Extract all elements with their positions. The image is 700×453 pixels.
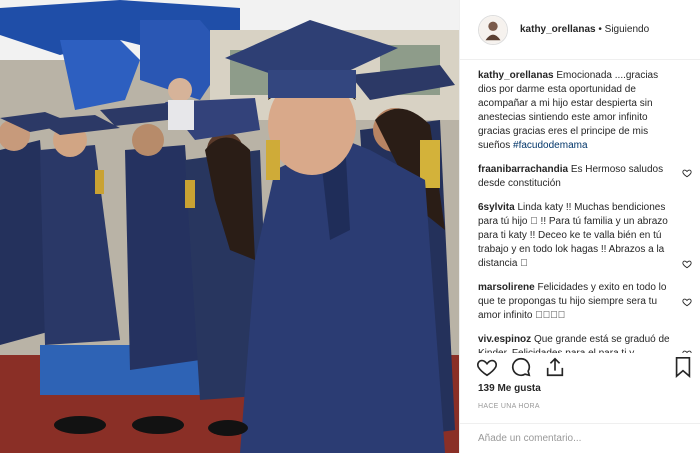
post-timestamp: HACE UNA HORA [478,403,540,410]
post-photo[interactable] [0,0,459,453]
comment-author[interactable]: viv.espinoz [478,334,531,345]
author-avatar[interactable] [478,14,508,45]
list-item: marsolirene Felicidades y exito en todo … [478,281,692,323]
heart-icon[interactable] [682,168,692,178]
follow-status[interactable]: • Siguiendo [598,24,649,35]
caption: kathy_orellanas Emocionada ....gracias d… [478,69,678,153]
caption-hashtag[interactable]: #facudodemama [513,140,588,151]
list-item: fraanibarrachandia Es Hermoso saludos de… [478,163,692,191]
heart-icon[interactable] [682,259,692,269]
list-item: 6sylvita Linda katy !! Muchas bendicione… [478,201,692,271]
avatar-icon [479,15,507,44]
heart-icon[interactable] [682,297,692,307]
graduation-photo [0,0,459,453]
like-heart-icon[interactable] [476,356,498,378]
list-item: viv.espinoz Que grande está se graduó de… [478,333,692,353]
add-comment-bar [460,423,700,453]
comment-input[interactable] [478,433,678,444]
like-count[interactable]: 139 Me gusta [478,383,541,394]
comment-author[interactable]: fraanibarrachandia [478,164,568,175]
header-text: kathy_orellanas • Siguiendo [520,24,649,35]
comment-icon[interactable] [510,356,532,378]
caption-text: Emocionada ....gracias dios por darme es… [478,70,659,151]
comment-author[interactable]: 6sylvita [478,202,515,213]
caption-author[interactable]: kathy_orellanas [478,70,554,81]
share-icon[interactable] [544,356,566,378]
author-username[interactable]: kathy_orellanas [520,24,596,35]
action-bar [460,353,700,381]
post-side-panel: kathy_orellanas • Siguiendo kathy_orella… [459,0,700,453]
bookmark-icon[interactable] [673,356,693,378]
comment-author[interactable]: marsolirene [478,282,535,293]
comments-list[interactable]: kathy_orellanas Emocionada ....gracias d… [460,61,700,353]
post-header: kathy_orellanas • Siguiendo [460,0,700,60]
